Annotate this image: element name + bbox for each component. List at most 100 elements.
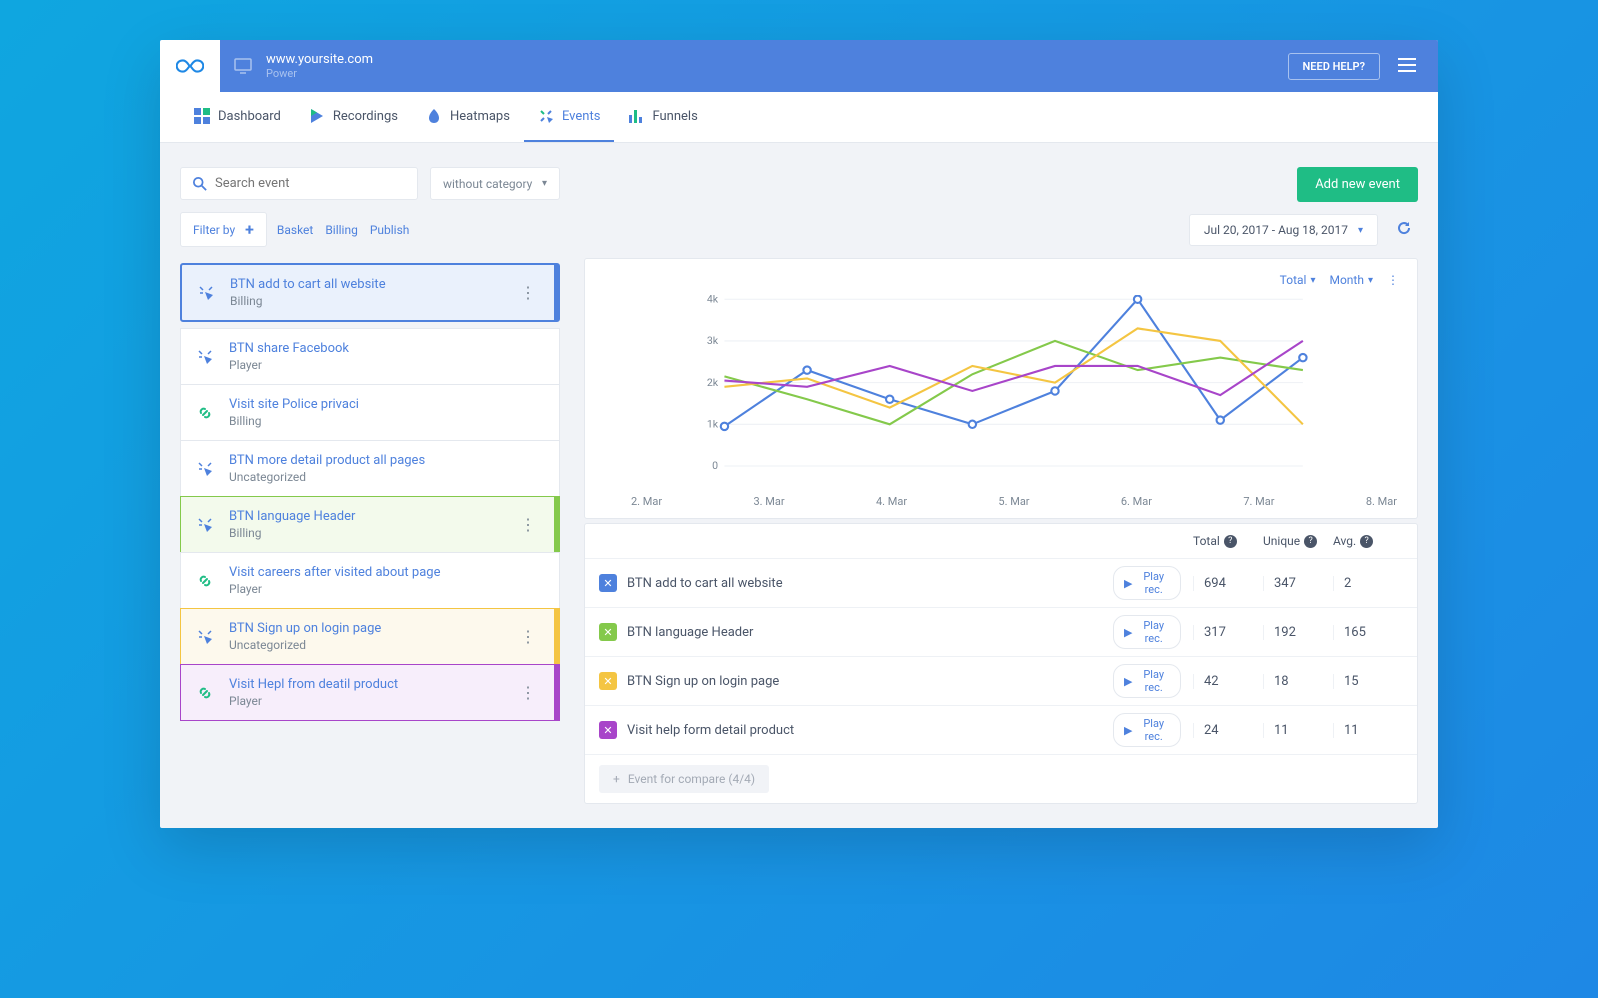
filter-tags: Basket Billing Publish bbox=[277, 223, 410, 237]
th-avg: Avg. bbox=[1333, 534, 1356, 548]
play-rec-button[interactable]: ▶Play rec. bbox=[1113, 615, 1181, 649]
infinity-logo-icon bbox=[176, 56, 204, 76]
help-icon[interactable]: ? bbox=[1304, 535, 1317, 548]
search-box[interactable] bbox=[180, 167, 418, 200]
nav-heatmaps[interactable]: Heatmaps bbox=[412, 92, 524, 142]
chevron-down-icon: ▾ bbox=[542, 178, 547, 189]
chart-period-select[interactable]: Month▾ bbox=[1329, 273, 1373, 287]
nav-dashboard[interactable]: Dashboard bbox=[180, 92, 295, 142]
link-icon bbox=[195, 685, 215, 701]
table-row: ✕ BTN add to cart all website ▶Play rec.… bbox=[585, 558, 1417, 607]
event-title: Visit Hepl from deatil product bbox=[229, 677, 502, 692]
site-info: www.yoursite.com Power bbox=[266, 52, 373, 81]
chart-total-select[interactable]: Total▾ bbox=[1280, 273, 1316, 287]
filter-tag-publish[interactable]: Publish bbox=[370, 223, 410, 237]
svg-text:0: 0 bbox=[712, 459, 718, 472]
th-total: Total bbox=[1193, 534, 1220, 548]
event-card[interactable]: BTN add to cart all website Billing ⋮ bbox=[180, 263, 560, 322]
category-label: without category bbox=[443, 177, 532, 191]
nav-label: Events bbox=[562, 109, 600, 124]
td-avg: 165 bbox=[1333, 625, 1403, 640]
compare-button: + Event for compare (4/4) bbox=[599, 765, 769, 793]
category-select[interactable]: without category ▾ bbox=[430, 167, 560, 200]
event-category: Uncategorized bbox=[229, 470, 545, 484]
event-category: Billing bbox=[229, 414, 545, 428]
event-card[interactable]: BTN more detail product all pages Uncate… bbox=[180, 440, 560, 497]
event-card[interactable]: BTN Sign up on login page Uncategorized … bbox=[180, 608, 560, 665]
td-total: 24 bbox=[1193, 723, 1263, 738]
event-category: Billing bbox=[229, 526, 502, 540]
table-row: ✕ Visit help form detail product ▶Play r… bbox=[585, 705, 1417, 754]
refresh-button[interactable] bbox=[1390, 214, 1418, 246]
td-total: 42 bbox=[1193, 674, 1263, 689]
filter-tag-billing[interactable]: Billing bbox=[325, 223, 358, 237]
event-category: Player bbox=[229, 358, 545, 372]
td-unique: 347 bbox=[1263, 576, 1333, 591]
filter-tag-basket[interactable]: Basket bbox=[277, 223, 313, 237]
table-row: ✕ BTN Sign up on login page ▶Play rec. 4… bbox=[585, 656, 1417, 705]
event-title: BTN language Header bbox=[229, 509, 502, 524]
event-card[interactable]: BTN share Facebook Player bbox=[180, 328, 560, 385]
add-event-button[interactable]: Add new event bbox=[1297, 167, 1418, 202]
more-icon[interactable]: ⋮ bbox=[516, 279, 540, 306]
td-avg: 2 bbox=[1333, 576, 1403, 591]
logo[interactable] bbox=[160, 40, 220, 92]
event-category: Player bbox=[229, 582, 545, 596]
nav-events[interactable]: Events bbox=[524, 92, 614, 142]
date-picker[interactable]: Jul 20, 2017 - Aug 18, 2017 ▾ bbox=[1189, 214, 1378, 246]
nav-funnels[interactable]: Funnels bbox=[614, 92, 711, 142]
dashboard-icon bbox=[194, 108, 210, 124]
need-help-button[interactable]: NEED HELP? bbox=[1288, 53, 1381, 80]
row-name: Visit help form detail product bbox=[627, 723, 1113, 738]
more-icon[interactable]: ⋮ bbox=[516, 679, 540, 706]
event-category: Uncategorized bbox=[229, 638, 502, 652]
search-input[interactable] bbox=[215, 176, 405, 191]
menu-icon[interactable] bbox=[1392, 51, 1422, 82]
event-card[interactable]: BTN language Header Billing ⋮ bbox=[180, 496, 560, 553]
svg-text:3k: 3k bbox=[707, 334, 719, 347]
refresh-icon bbox=[1396, 220, 1412, 236]
chart-more-icon[interactable]: ⋮ bbox=[1387, 273, 1399, 287]
event-card[interactable]: Visit site Police privaci Billing bbox=[180, 384, 560, 441]
event-card[interactable]: Visit Hepl from deatil product Player ⋮ bbox=[180, 664, 560, 721]
nav-recordings[interactable]: Recordings bbox=[295, 92, 412, 142]
svg-text:2k: 2k bbox=[707, 376, 719, 389]
td-unique: 11 bbox=[1263, 723, 1333, 738]
site-url: www.yoursite.com bbox=[266, 52, 373, 68]
row-name: BTN Sign up on login page bbox=[627, 674, 1113, 689]
row-name: BTN add to cart all website bbox=[627, 576, 1113, 591]
click-icon bbox=[195, 629, 215, 645]
click-icon bbox=[195, 461, 215, 477]
link-icon bbox=[195, 405, 215, 421]
event-card[interactable]: Visit careers after visited about page P… bbox=[180, 552, 560, 609]
event-title: Visit careers after visited about page bbox=[229, 565, 545, 580]
chevron-down-icon: ▾ bbox=[1358, 225, 1363, 236]
nav-label: Funnels bbox=[652, 109, 697, 124]
svg-text:4k: 4k bbox=[707, 295, 719, 305]
click-icon bbox=[196, 285, 216, 301]
nav-label: Heatmaps bbox=[450, 109, 510, 124]
topbar: www.yoursite.com Power NEED HELP? bbox=[160, 40, 1438, 92]
filter-by-button[interactable]: Filter by + bbox=[180, 212, 267, 247]
heatmap-icon bbox=[426, 108, 442, 124]
color-swatch: ✕ bbox=[599, 721, 617, 739]
play-rec-button[interactable]: ▶Play rec. bbox=[1113, 566, 1181, 600]
filter-label: Filter by bbox=[193, 223, 235, 237]
svg-text:1k: 1k bbox=[707, 417, 719, 430]
event-title: BTN more detail product all pages bbox=[229, 453, 545, 468]
help-icon[interactable]: ? bbox=[1360, 535, 1373, 548]
event-title: BTN Sign up on login page bbox=[229, 621, 502, 636]
color-swatch: ✕ bbox=[599, 574, 617, 592]
funnel-icon bbox=[628, 108, 644, 124]
compare-label: Event for compare (4/4) bbox=[628, 772, 755, 786]
help-icon[interactable]: ? bbox=[1224, 535, 1237, 548]
chart-x-labels: 2. Mar3. Mar4. Mar5. Mar6. Mar7. Mar8. M… bbox=[603, 489, 1399, 508]
td-avg: 11 bbox=[1333, 723, 1403, 738]
play-rec-button[interactable]: ▶Play rec. bbox=[1113, 664, 1181, 698]
more-icon[interactable]: ⋮ bbox=[516, 623, 540, 650]
play-rec-button[interactable]: ▶Play rec. bbox=[1113, 713, 1181, 747]
play-icon bbox=[309, 108, 325, 124]
more-icon[interactable]: ⋮ bbox=[516, 511, 540, 538]
stats-table: Total? Unique? Avg.? ✕ BTN add to cart a… bbox=[584, 523, 1418, 804]
color-swatch: ✕ bbox=[599, 672, 617, 690]
